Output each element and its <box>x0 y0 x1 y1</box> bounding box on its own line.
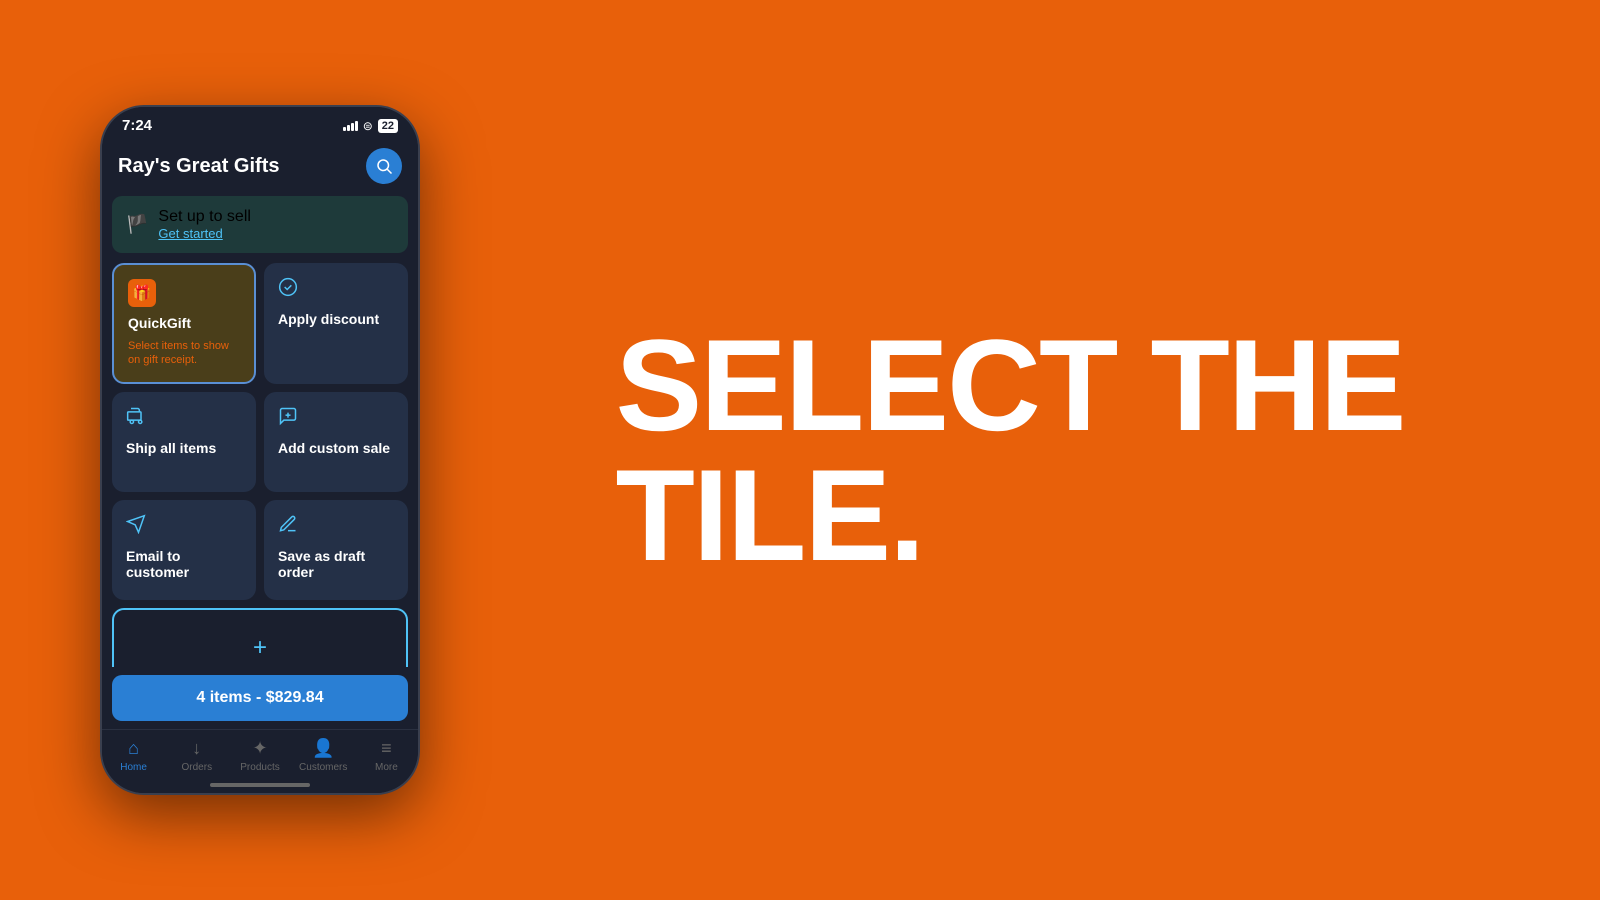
custom-sale-icon <box>278 406 394 432</box>
status-time: 7:24 <box>122 117 152 134</box>
nav-more-label: More <box>375 762 398 773</box>
get-started-link[interactable]: Get started <box>158 226 251 241</box>
search-button[interactable] <box>366 148 402 184</box>
setup-title: Set up to sell <box>158 208 251 226</box>
home-indicator <box>102 777 418 793</box>
app-title: Ray's Great Gifts <box>118 155 279 178</box>
add-tile[interactable]: + <box>112 608 408 667</box>
tile-quick-gift-subtitle: Select items to show on gift receipt. <box>128 339 240 368</box>
big-text-area: SELECT THE TILE. <box>420 280 1600 620</box>
products-icon: ✦ <box>252 738 267 759</box>
nav-home-label: Home <box>120 762 147 773</box>
tiles-grid: 🎁 QuickGift Select items to show on gift… <box>112 263 408 600</box>
nav-home[interactable]: ⌂ Home <box>102 738 165 773</box>
nav-customers-label: Customers <box>299 762 347 773</box>
orders-icon: ↓ <box>192 738 201 759</box>
tile-add-custom-sale[interactable]: Add custom sale <box>264 392 408 492</box>
tile-ship-all-items[interactable]: Ship all items <box>112 392 256 492</box>
setup-banner[interactable]: 🏴 Set up to sell Get started <box>112 196 408 253</box>
add-icon: + <box>253 634 267 662</box>
tile-quick-gift[interactable]: 🎁 QuickGift Select items to show on gift… <box>112 263 256 384</box>
tile-ship-all-items-title: Ship all items <box>126 440 242 456</box>
draft-icon <box>278 514 394 540</box>
email-icon <box>126 514 242 540</box>
big-text-line2: TILE. <box>616 450 1405 580</box>
big-text: SELECT THE TILE. <box>616 320 1405 580</box>
tile-add-custom-sale-title: Add custom sale <box>278 440 394 456</box>
customers-icon: 👤 <box>312 738 334 759</box>
home-bar <box>210 783 310 787</box>
tile-email-to-customer-title: Email to customer <box>126 548 242 580</box>
nav-orders[interactable]: ↓ Orders <box>165 738 228 773</box>
cart-button[interactable]: 4 items - $829.84 <box>112 675 408 721</box>
flag-icon: 🏴 <box>126 214 148 235</box>
nav-products[interactable]: ✦ Products <box>228 738 291 773</box>
nav-customers[interactable]: 👤 Customers <box>292 738 355 773</box>
gift-icon: 🎁 <box>128 279 156 307</box>
tile-save-as-draft[interactable]: Save as draft order <box>264 500 408 600</box>
nav-more[interactable]: ≡ More <box>355 738 418 773</box>
bottom-nav: ⌂ Home ↓ Orders ✦ Products 👤 Customers ≡… <box>102 729 418 777</box>
phone-device: 7:24 ⊜ 22 Ray's Great Gifts <box>100 105 420 795</box>
nav-products-label: Products <box>240 762 279 773</box>
discount-icon <box>278 277 394 303</box>
tile-email-to-customer[interactable]: Email to customer <box>112 500 256 600</box>
phone-wrapper: 7:24 ⊜ 22 Ray's Great Gifts <box>100 105 420 795</box>
home-icon: ⌂ <box>128 738 139 759</box>
status-icons: ⊜ 22 <box>343 119 398 133</box>
content-area[interactable]: 🏴 Set up to sell Get started 🎁 QuickGift… <box>102 196 418 667</box>
tile-apply-discount-title: Apply discount <box>278 311 394 327</box>
big-text-line1: SELECT THE <box>616 320 1405 450</box>
tile-apply-discount[interactable]: Apply discount <box>264 263 408 384</box>
more-icon: ≡ <box>381 738 392 759</box>
status-bar: 7:24 ⊜ 22 <box>102 107 418 140</box>
setup-text: Set up to sell Get started <box>158 208 251 241</box>
wifi-icon: ⊜ <box>363 119 373 133</box>
tile-quick-gift-title: QuickGift <box>128 315 240 331</box>
tile-save-as-draft-title: Save as draft order <box>278 548 394 580</box>
nav-orders-label: Orders <box>182 762 213 773</box>
search-icon <box>375 157 393 175</box>
battery-icon: 22 <box>378 119 398 133</box>
cart-button-label: 4 items - $829.84 <box>196 689 323 706</box>
ship-icon <box>126 406 242 432</box>
app-header: Ray's Great Gifts <box>102 140 418 196</box>
signal-icon <box>343 121 358 131</box>
